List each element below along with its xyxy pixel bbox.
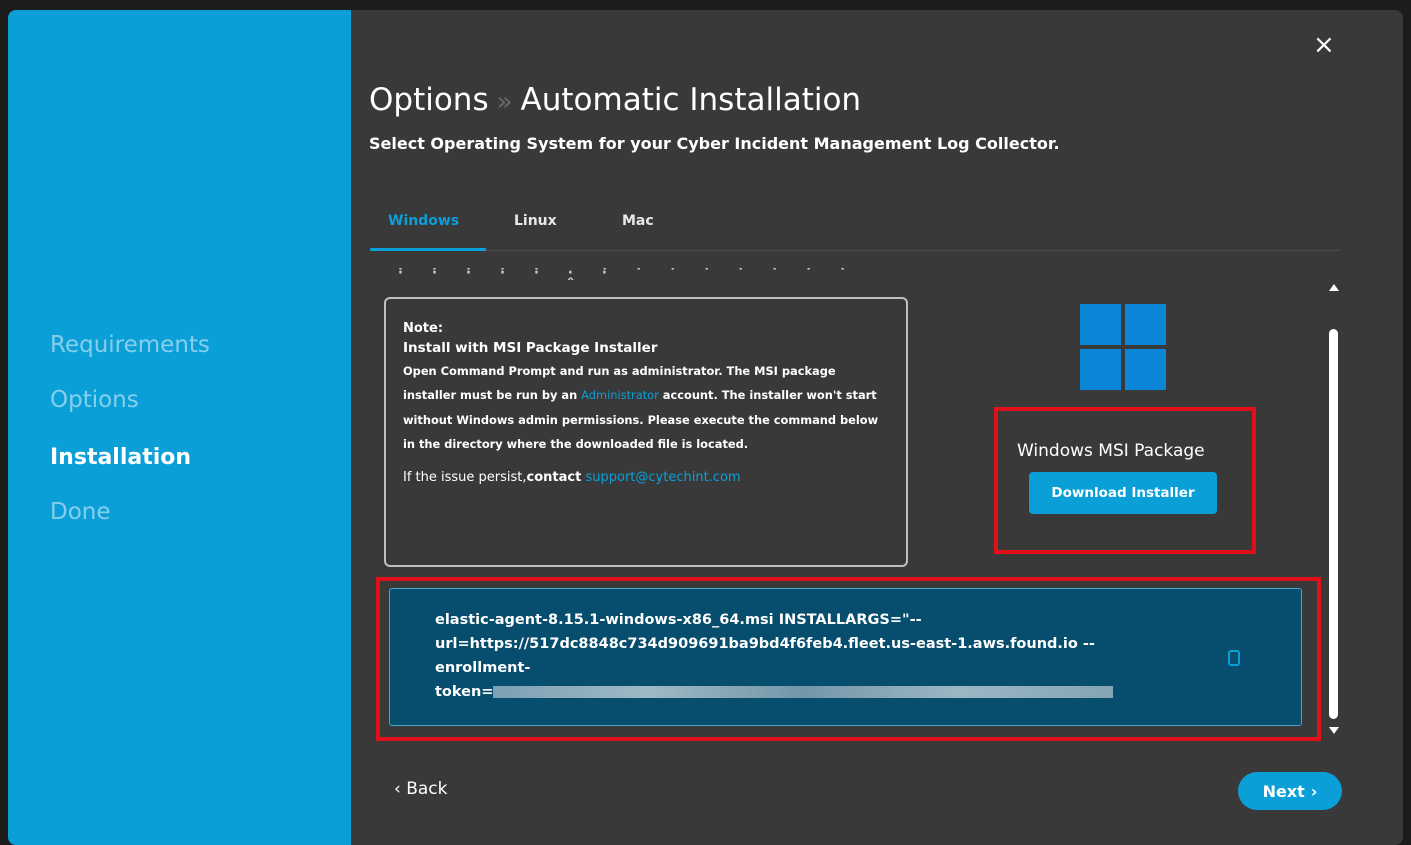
command-line-3: enrollment- bbox=[435, 660, 531, 676]
command-line-2: url=https://517dc8848c734d909691ba9bd4f6… bbox=[435, 636, 1095, 652]
scroll-down-icon[interactable] bbox=[1329, 727, 1339, 734]
download-installer-button[interactable]: Download Installer bbox=[1029, 472, 1217, 514]
install-command[interactable]: elastic-agent-8.15.1-windows-x86_64.msi … bbox=[435, 608, 1135, 704]
note-subheading: Install with MSI Package Installer bbox=[403, 340, 658, 356]
os-tabs: Windows Linux Mac bbox=[370, 205, 1340, 251]
issue-prefix: If the issue persist, bbox=[403, 469, 527, 485]
windows-logo-icon bbox=[1080, 304, 1166, 390]
note-heading: Note: bbox=[403, 321, 444, 336]
scrolled-off-text: · · · · · ꞈ · · · · · · · · · · · · · · … bbox=[397, 268, 887, 280]
support-line: If the issue persist,contact support@cyt… bbox=[403, 470, 890, 485]
tab-mac[interactable]: Mac bbox=[622, 213, 654, 229]
command-line-4: token= bbox=[435, 680, 1135, 704]
note-body: Open Command Prompt and run as administr… bbox=[403, 359, 890, 457]
note-panel: Note: Install with MSI Package Installer… bbox=[384, 297, 908, 567]
page-subtitle: Select Operating System for your Cyber I… bbox=[369, 134, 1060, 153]
support-email-link[interactable]: support@cytechint.com bbox=[585, 470, 740, 485]
title-options: Options bbox=[369, 82, 489, 118]
tab-linux[interactable]: Linux bbox=[514, 213, 557, 229]
contact-label: contact bbox=[526, 469, 582, 485]
scroll-up-icon[interactable] bbox=[1329, 284, 1339, 291]
token-label: token= bbox=[435, 684, 494, 700]
step-done: Done bbox=[50, 499, 111, 525]
msi-package-title: Windows MSI Package bbox=[1017, 441, 1205, 461]
title-separator: » bbox=[496, 87, 513, 117]
next-label: Next bbox=[1262, 781, 1305, 801]
next-button[interactable]: Next › bbox=[1238, 772, 1342, 810]
administrator-link[interactable]: Administrator bbox=[581, 388, 659, 402]
wizard-sidebar: Requirements Options Installation Done bbox=[8, 10, 351, 845]
step-installation[interactable]: Installation bbox=[50, 445, 191, 470]
scroll-thumb[interactable] bbox=[1329, 329, 1338, 719]
step-options[interactable]: Options bbox=[50, 387, 139, 413]
tab-windows[interactable]: Windows bbox=[388, 213, 459, 229]
redacted-token bbox=[493, 686, 1114, 698]
page-title: Options» Automatic Installation bbox=[369, 82, 861, 118]
close-icon[interactable]: × bbox=[1313, 32, 1335, 58]
back-label: Back bbox=[406, 779, 448, 799]
command-line-1: elastic-agent-8.15.1-windows-x86_64.msi … bbox=[435, 612, 922, 628]
step-requirements[interactable]: Requirements bbox=[50, 332, 210, 358]
back-button[interactable]: ‹ Back bbox=[394, 779, 447, 799]
chevron-left-icon: ‹ bbox=[394, 779, 407, 799]
title-automatic-installation: Automatic Installation bbox=[520, 82, 862, 118]
chevron-right-icon: › bbox=[1310, 781, 1318, 801]
scrollbar[interactable] bbox=[1325, 281, 1343, 737]
active-tab-indicator bbox=[370, 248, 486, 251]
copy-icon[interactable] bbox=[1228, 650, 1240, 666]
